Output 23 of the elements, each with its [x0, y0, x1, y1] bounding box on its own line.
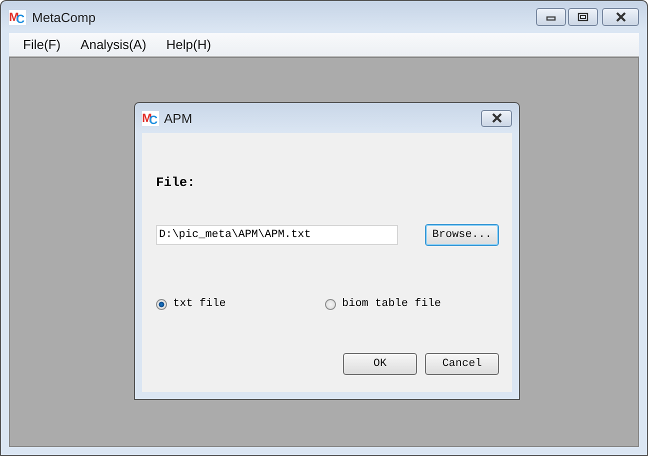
menu-item[interactable]: Help(H)	[156, 37, 222, 52]
dialog-title: APM	[164, 110, 192, 126]
maximize-button[interactable]	[568, 8, 598, 26]
radio-button[interactable]	[156, 298, 167, 310]
radio-button[interactable]	[325, 298, 336, 310]
browse-button[interactable]: Browse...	[425, 224, 499, 246]
minimize-button[interactable]	[536, 8, 566, 26]
file-path-field[interactable]: D:\pic_meta\APM\APM.txt	[156, 225, 398, 245]
close-icon	[614, 12, 628, 22]
radio-label[interactable]: biom table file	[342, 298, 442, 310]
ok-button[interactable]: OK	[343, 353, 417, 375]
app-logo: MC	[9, 10, 26, 24]
window-title: MetaComp	[32, 10, 96, 24]
close-button[interactable]	[481, 110, 512, 126]
menu-item[interactable]: File(F)	[13, 37, 71, 52]
maximize-icon	[577, 12, 589, 22]
app-logo: MC	[142, 110, 159, 126]
close-icon	[490, 113, 504, 123]
close-button[interactable]	[602, 8, 639, 26]
radio-label[interactable]: txt file	[173, 298, 226, 310]
menu-item[interactable]: Analysis(A)	[70, 37, 156, 52]
cancel-button[interactable]: Cancel	[425, 353, 499, 375]
file-label: File:	[156, 175, 196, 190]
